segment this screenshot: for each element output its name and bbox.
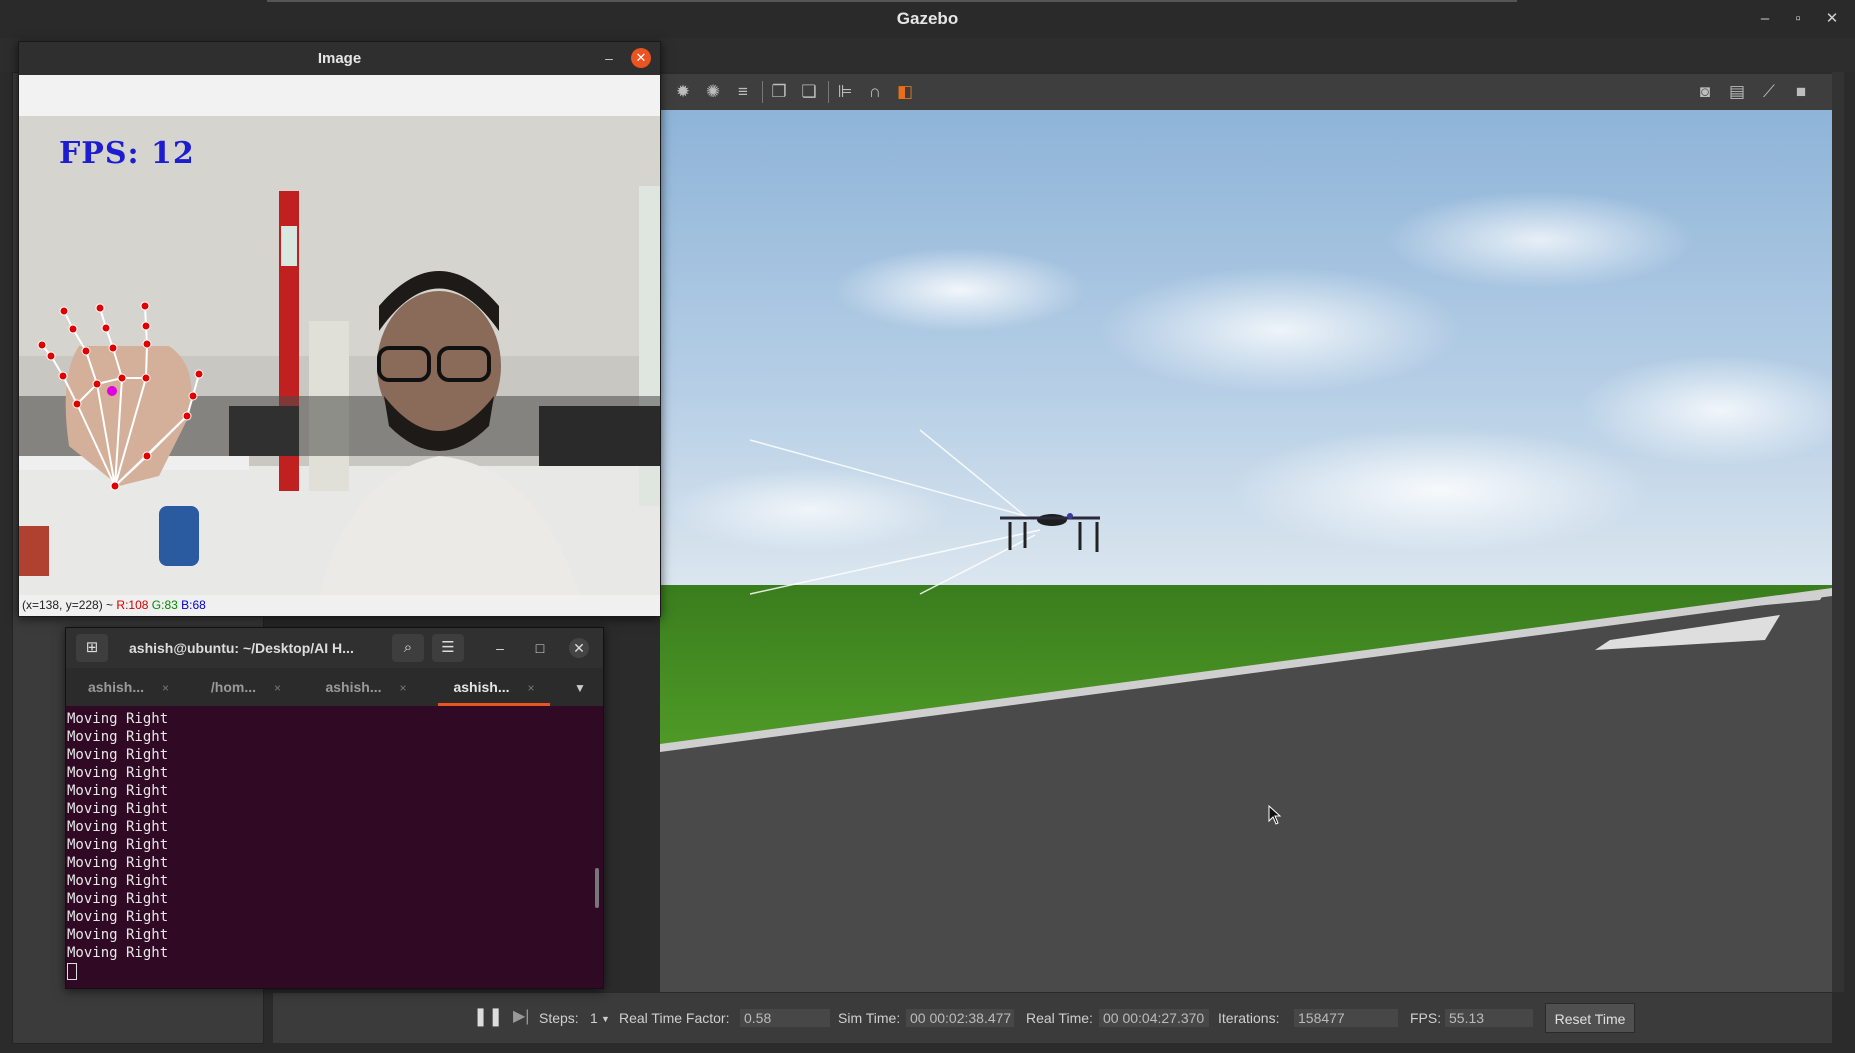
fps-overlay: FPS: 12	[59, 136, 195, 171]
tab-close-icon[interactable]: ×	[274, 681, 281, 695]
minimize-icon[interactable]: –	[490, 638, 510, 658]
terminal-window[interactable]: ⊞ ashish@ubuntu: ~/Desktop/AI H... ⌕ ☰ –…	[65, 627, 604, 989]
right-panel-handle[interactable]	[1832, 72, 1844, 992]
chevron-down-icon[interactable]: ▼	[601, 1014, 610, 1024]
toolbar-separator	[762, 81, 763, 103]
terminal-tab[interactable]: ashish... ×	[311, 668, 421, 706]
search-icon[interactable]: ⌕	[392, 634, 424, 662]
pixel-red: R:108	[116, 598, 149, 612]
real-time-label: Real Time:	[1026, 1010, 1093, 1026]
tab-close-icon[interactable]: ×	[528, 681, 535, 695]
terminal-title: ashish@ubuntu: ~/Desktop/AI H...	[129, 640, 354, 656]
real-time-value: 00 00:04:27.370	[1099, 1009, 1209, 1027]
tab-label: ashish...	[325, 679, 382, 695]
toolbar-separator	[828, 81, 829, 103]
gazebo-time-panel: ❚❚ ▶| Steps: 1 ▼ Real Time Factor: 0.58 …	[273, 992, 1832, 1043]
terminal-line: Moving Right	[67, 855, 169, 871]
tab-label: ashish...	[87, 679, 144, 695]
gazebo-window-title: Gazebo	[896, 9, 959, 28]
step-icon[interactable]: ▶|	[513, 1006, 529, 1026]
terminal-tab-active[interactable]: ashish... ×	[438, 668, 550, 706]
pause-icon[interactable]: ❚❚	[473, 1006, 503, 1027]
close-icon[interactable]: ✕	[1821, 8, 1843, 30]
terminal-line: Moving Right	[67, 819, 169, 835]
close-icon[interactable]: ✕	[569, 638, 589, 658]
gazebo-toolbar: ✹ ✺ ≡ ❐ ❏ ⊫ ∩ ◧ ◙ ▤ ⟋ ■	[660, 74, 1832, 111]
tab-close-icon[interactable]: ×	[400, 681, 407, 695]
terminal-line: Moving Right	[67, 909, 169, 925]
terminal-headerbar[interactable]: ⊞ ashish@ubuntu: ~/Desktop/AI H... ⌕ ☰ –…	[66, 628, 603, 668]
close-icon[interactable]: ✕	[631, 48, 651, 68]
directional-light-icon[interactable]: ≡	[732, 82, 754, 102]
terminal-line: Moving Right	[67, 873, 169, 889]
terminal-tab[interactable]: /hom... ×	[191, 668, 301, 706]
maximize-icon[interactable]: ▫	[1787, 8, 1809, 30]
image-window[interactable]: Image – ✕ FPS: 12 (x=138, y=228) ~ R:108…	[18, 41, 661, 617]
terminal-output[interactable]: Moving Right Moving Right Moving Right M…	[66, 706, 603, 988]
chevron-down-icon[interactable]: ▼	[570, 678, 590, 698]
real-time-factor-value: 0.58	[740, 1009, 830, 1027]
sim-time-value: 00 00:02:38.477	[906, 1009, 1014, 1027]
plot-icon[interactable]: ⟋	[1758, 82, 1780, 102]
spot-light-icon[interactable]: ✺	[702, 82, 724, 102]
terminal-scrollbar[interactable]	[595, 868, 599, 908]
real-time-factor-label: Real Time Factor:	[619, 1010, 730, 1026]
hamburger-menu-icon[interactable]: ☰	[432, 634, 464, 662]
tab-close-icon[interactable]: ×	[162, 681, 169, 695]
mouse-pointer-icon	[1268, 805, 1282, 825]
pixel-blue: B:68	[181, 598, 206, 612]
webcam-frame[interactable]: FPS: 12	[19, 116, 660, 595]
fingertip-highlight	[107, 386, 117, 396]
3d-viewport[interactable]	[660, 110, 1832, 992]
pixel-green: G:83	[151, 598, 178, 612]
image-window-toolbar	[19, 75, 660, 116]
gazebo-titlebar: Gazebo – ▫ ✕	[0, 0, 1855, 39]
steps-label: Steps:	[539, 1010, 579, 1026]
magnet-icon[interactable]: ∩	[864, 82, 886, 102]
iterations-label: Iterations:	[1218, 1010, 1280, 1026]
terminal-line: Moving Right	[67, 891, 169, 907]
image-status-bar: (x=138, y=228) ~ R:108 G:83 B:68	[19, 595, 660, 616]
terminal-tab[interactable]: ashish... ×	[76, 668, 181, 706]
align-icon[interactable]: ⊫	[834, 82, 856, 102]
terminal-tab-bar: ashish... × /hom... × ashish... × ashish...…	[66, 668, 603, 706]
minimize-icon[interactable]: –	[599, 48, 619, 68]
drone-model[interactable]	[749, 429, 1100, 595]
runway	[660, 429, 1832, 992]
terminal-cursor	[67, 963, 77, 980]
fps-value: 55.13	[1445, 1009, 1533, 1027]
screenshot-icon[interactable]: ◙	[1694, 82, 1716, 102]
sim-time-label: Sim Time:	[838, 1010, 901, 1026]
terminal-line: Moving Right	[67, 945, 169, 961]
tab-label: ashish...	[453, 679, 510, 695]
terminal-line: Moving Right	[67, 801, 169, 817]
maximize-icon[interactable]: □	[530, 638, 550, 658]
copy-icon[interactable]: ❐	[768, 82, 790, 102]
fps-label: FPS:	[1410, 1010, 1442, 1026]
new-tab-icon[interactable]: ⊞	[76, 634, 108, 662]
log-icon[interactable]: ▤	[1726, 82, 1748, 102]
terminal-line: Moving Right	[67, 927, 169, 943]
terminal-line: Moving Right	[67, 711, 169, 727]
steps-spinbox[interactable]: 1	[590, 1010, 598, 1026]
terminal-line: Moving Right	[67, 729, 169, 745]
sun-icon[interactable]: ✹	[672, 82, 694, 102]
tab-label: /hom...	[210, 679, 257, 695]
titlebar-accent-line	[267, 0, 1517, 2]
terminal-line: Moving Right	[67, 747, 169, 763]
paste-icon[interactable]: ❏	[798, 82, 820, 102]
iterations-value: 158477	[1294, 1009, 1398, 1027]
video-record-icon[interactable]: ■	[1790, 82, 1812, 102]
minimize-icon[interactable]: –	[1754, 8, 1776, 30]
terminal-line: Moving Right	[67, 783, 169, 799]
pixel-coords: (x=138, y=228) ~	[22, 598, 117, 612]
reset-time-button[interactable]: Reset Time	[1545, 1003, 1635, 1033]
snap-icon[interactable]: ◧	[894, 82, 916, 102]
image-window-title: Image	[317, 50, 362, 67]
terminal-line: Moving Right	[67, 837, 169, 853]
image-window-titlebar[interactable]: Image – ✕	[19, 42, 660, 75]
webcam-scene	[19, 116, 660, 595]
terminal-line: Moving Right	[67, 765, 169, 781]
